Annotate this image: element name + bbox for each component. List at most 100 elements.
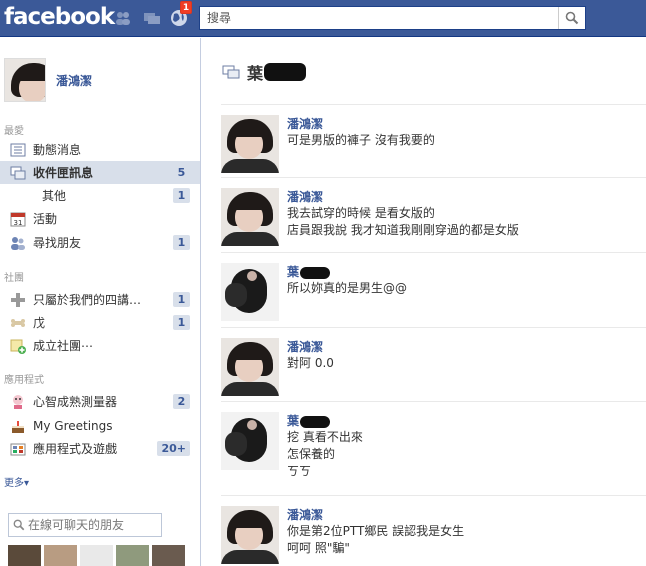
sidebar-item-create-group[interactable]: 成立社團⋯ — [0, 334, 200, 357]
conversation-header: 葉 — [222, 60, 307, 84]
sidebar-item-other-messages[interactable]: 其他 1 — [0, 184, 200, 207]
sidebar-item-app-1[interactable]: 心智成熟測量器 2 — [0, 390, 200, 413]
avatar[interactable] — [44, 545, 77, 566]
groups-label: 社團 — [4, 273, 24, 284]
avatar[interactable] — [8, 545, 41, 566]
sidebar-item-label: 收件匣訊息 — [33, 166, 94, 180]
count-badge: 5 — [177, 166, 186, 179]
message-author[interactable]: 葉 — [287, 413, 363, 429]
avatar[interactable] — [221, 506, 279, 564]
avatar[interactable] — [221, 188, 279, 246]
message-text: 挖 真看不出來 — [287, 430, 363, 444]
sidebar-item-news-feed[interactable]: 動態消息 — [0, 138, 200, 161]
avatar[interactable] — [221, 412, 279, 470]
sidebar-item-label: 心智成熟測量器 — [33, 395, 118, 409]
svg-text:31: 31 — [14, 219, 23, 227]
count-badge: 20+ — [157, 441, 190, 456]
search-box — [199, 6, 586, 30]
notification-count-badge: 1 — [180, 1, 192, 14]
message-item: 葉 挖 真看不出來 怎保養的 ㄎㄎ — [221, 401, 646, 480]
messages-icon — [10, 165, 26, 181]
friends-icon — [10, 235, 26, 251]
message-text: 你是第2位PTT鄉民 誤認我是女生 — [287, 524, 465, 538]
sidebar-item-find-friends[interactable]: 尋找朋友 1 — [0, 231, 200, 254]
sidebar-item-label: 其他 — [42, 189, 67, 203]
search-input[interactable] — [200, 7, 558, 29]
message-item: 潘鴻潔 對阿 0.0 — [221, 327, 646, 396]
facebook-logo[interactable]: facebook — [4, 4, 115, 30]
sidebar-item-label: My Greetings — [33, 418, 113, 433]
message-author[interactable]: 潘鴻潔 — [287, 339, 334, 355]
count-badge: 1 — [173, 188, 190, 203]
sidebar-item-label: 活動 — [33, 212, 58, 226]
message-item: 葉 所以妳真的是男生@@ — [221, 252, 646, 321]
sidebar-item-label: 應用程式及遊戲 — [33, 442, 118, 456]
count-badge: 1 — [173, 235, 190, 250]
count-badge: 2 — [173, 394, 190, 409]
favorites-label: 最愛 — [4, 126, 24, 137]
message-author[interactable]: 潘鴻潔 — [287, 507, 464, 523]
more-link[interactable]: 更多▾ — [4, 474, 29, 489]
sidebar-item-app-2[interactable]: My Greetings — [0, 414, 200, 437]
profile-name[interactable]: 潘鴻潔 — [56, 72, 92, 89]
avatar[interactable] — [4, 58, 46, 102]
conversation-panel: 葉 潘鴻潔 可是男版的褲子 沒有我要的 潘鴻潔 我去試穿的時候 是看女版的 店員… — [202, 38, 646, 566]
message-author[interactable]: 潘鴻潔 — [287, 189, 519, 205]
bone-icon — [10, 315, 26, 331]
message-text: 怎保養的 — [287, 447, 336, 461]
news-feed-icon — [10, 142, 26, 158]
search-button[interactable] — [558, 7, 585, 29]
count-badge: 1 — [173, 315, 190, 330]
avatar[interactable] — [221, 338, 279, 396]
sidebar-item-label: 成立社團⋯ — [33, 339, 94, 353]
message-text: 對阿 0.0 — [287, 356, 334, 370]
avatar[interactable] — [221, 263, 279, 321]
sidebar-item-label: 戊 — [33, 316, 46, 330]
sidebar-item-group-2[interactable]: 戊 1 — [0, 311, 200, 334]
chat-search-box — [8, 513, 162, 537]
games-icon — [10, 441, 26, 457]
create-group-icon — [10, 338, 26, 354]
sidebar-item-label: 只屬於我們的四講… — [33, 293, 142, 307]
message-text: 我去試穿的時候 是看女版的 — [287, 206, 435, 220]
sidebar-item-messages[interactable]: 收件匣訊息 5 — [0, 161, 200, 184]
redacted-name — [264, 63, 307, 81]
message-text: 可是男版的褲子 沒有我要的 — [287, 133, 435, 147]
top-bar: facebook 1 — [0, 0, 646, 37]
search-icon — [13, 519, 25, 531]
message-item: 潘鴻潔 你是第2位PTT鄉民 誤認我是女生 呵呵 照"騙" — [221, 495, 646, 564]
message-item: 潘鴻潔 可是男版的褲子 沒有我要的 — [221, 104, 646, 173]
online-friends-list — [8, 545, 185, 566]
count-badge: 1 — [173, 292, 190, 307]
profile-link[interactable]: 潘鴻潔 — [4, 58, 92, 102]
group-plus-icon — [10, 292, 26, 308]
friend-requests-icon[interactable] — [113, 8, 133, 28]
messages-jewel-icon[interactable] — [142, 8, 162, 28]
calendar-icon: 31 — [10, 211, 26, 227]
app-icon — [10, 394, 26, 410]
message-text: ㄎㄎ — [287, 464, 312, 478]
message-author[interactable]: 葉 — [287, 264, 407, 280]
messages-icon — [222, 65, 240, 79]
sidebar-item-apps-games[interactable]: 應用程式及遊戲 20+ — [0, 437, 200, 460]
avatar[interactable] — [116, 545, 149, 566]
cake-icon — [10, 418, 26, 434]
avatar[interactable] — [221, 115, 279, 173]
left-sidebar: 潘鴻潔 最愛 動態消息 收件匣訊息 5 其他 1 31 活動 尋找朋友 1 社團 — [0, 38, 201, 566]
avatar[interactable] — [152, 545, 185, 566]
message-item: 潘鴻潔 我去試穿的時候 是看女版的 店員跟我說 我才知道我剛剛穿過的都是女版 — [221, 177, 646, 246]
apps-label: 應用程式 — [4, 375, 44, 386]
message-text: 店員跟我說 我才知道我剛剛穿過的都是女版 — [287, 223, 519, 237]
message-text: 所以妳真的是男生@@ — [287, 281, 408, 295]
chat-search-input[interactable] — [28, 518, 158, 532]
sidebar-item-events[interactable]: 31 活動 — [0, 207, 200, 230]
avatar[interactable] — [80, 545, 113, 566]
message-text: 呵呵 照"騙" — [287, 541, 350, 555]
sidebar-item-group-1[interactable]: 只屬於我們的四講… 1 — [0, 288, 200, 311]
sidebar-item-label: 尋找朋友 — [33, 236, 82, 250]
redacted-name — [300, 415, 331, 428]
conversation-title: 葉 — [247, 64, 264, 83]
redacted-name — [300, 266, 331, 279]
search-icon — [565, 11, 579, 25]
message-author[interactable]: 潘鴻潔 — [287, 116, 435, 132]
